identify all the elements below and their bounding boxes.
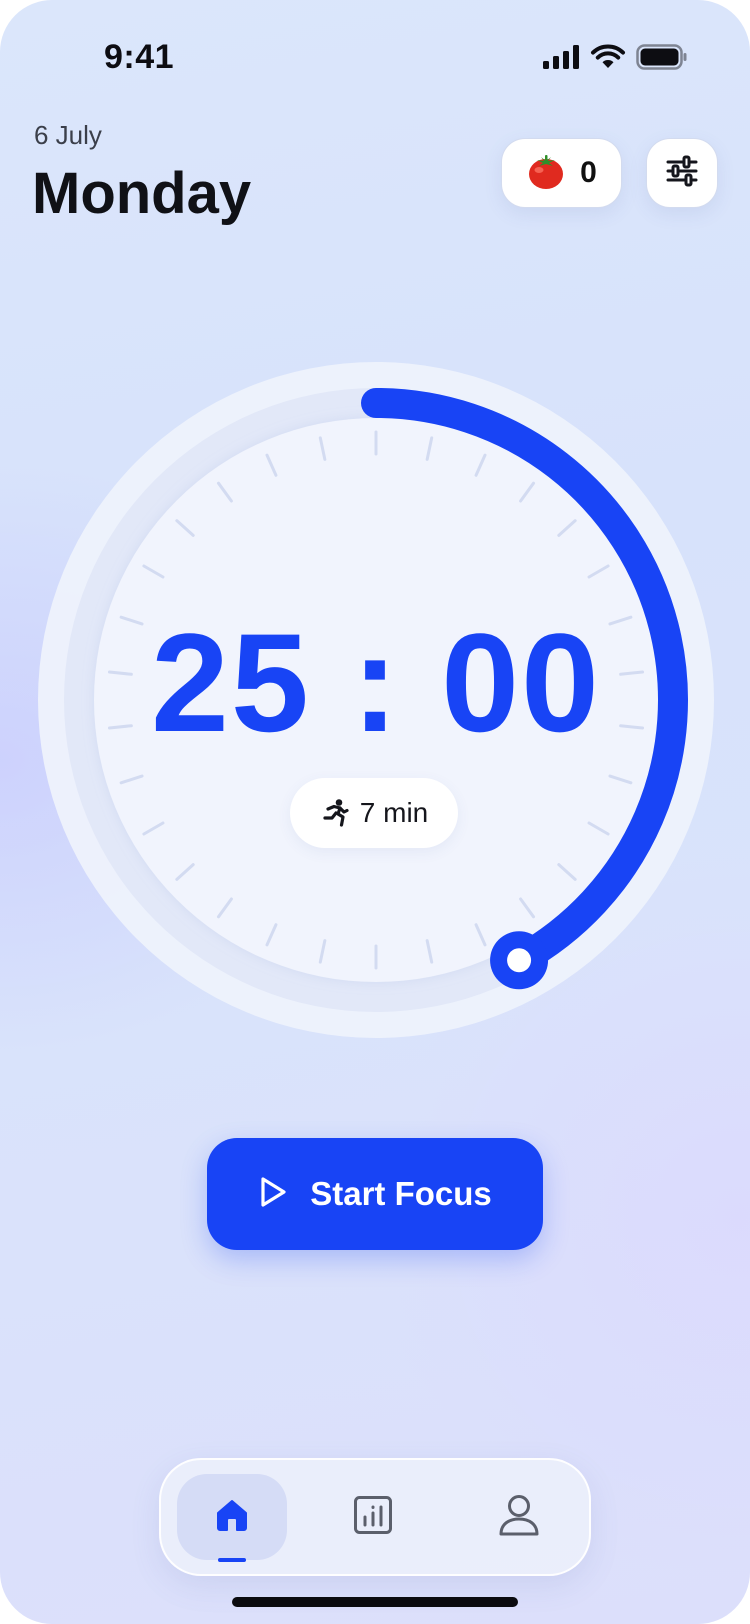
tab-bar [159,1458,591,1576]
tab-home[interactable] [177,1474,287,1562]
home-indicator [232,1597,518,1607]
progress-knob-center [507,948,532,973]
status-bar: 9:41 [0,0,750,100]
timer-dial[interactable]: 25 : 00 7 min [38,362,714,1038]
tab-stats[interactable] [318,1474,428,1560]
tomato-count: 0 [580,156,597,189]
timer-display: 25 : 00 [151,604,601,761]
sliders-icon [665,154,699,193]
active-tab-indicator [218,1558,246,1562]
play-icon [258,1176,288,1213]
break-duration-label: 7 min [359,797,429,828]
start-focus-label: Start Focus [310,1175,492,1212]
settings-button[interactable] [646,138,718,208]
tomato-icon [526,151,566,196]
stats-icon [353,1495,393,1540]
cellular-signal-icon [542,45,580,74]
start-focus-button[interactable]: Start Focus [207,1138,543,1250]
app-screen: 9:41 6 July Monday 0 25: 00 7 min Start… [0,0,750,1624]
current-day: Monday [32,161,252,226]
running-person-icon [320,798,350,828]
current-date: 6 July [34,120,102,150]
break-duration-pill[interactable]: 7 min [290,778,458,848]
wifi-icon [590,44,626,75]
status-time: 9:41 [104,38,175,76]
battery-icon [636,44,688,75]
status-icons [542,44,688,75]
tab-profile[interactable] [464,1474,574,1560]
tomato-counter-button[interactable]: 0 [501,138,622,208]
user-icon [497,1493,541,1542]
home-icon [214,1497,250,1538]
